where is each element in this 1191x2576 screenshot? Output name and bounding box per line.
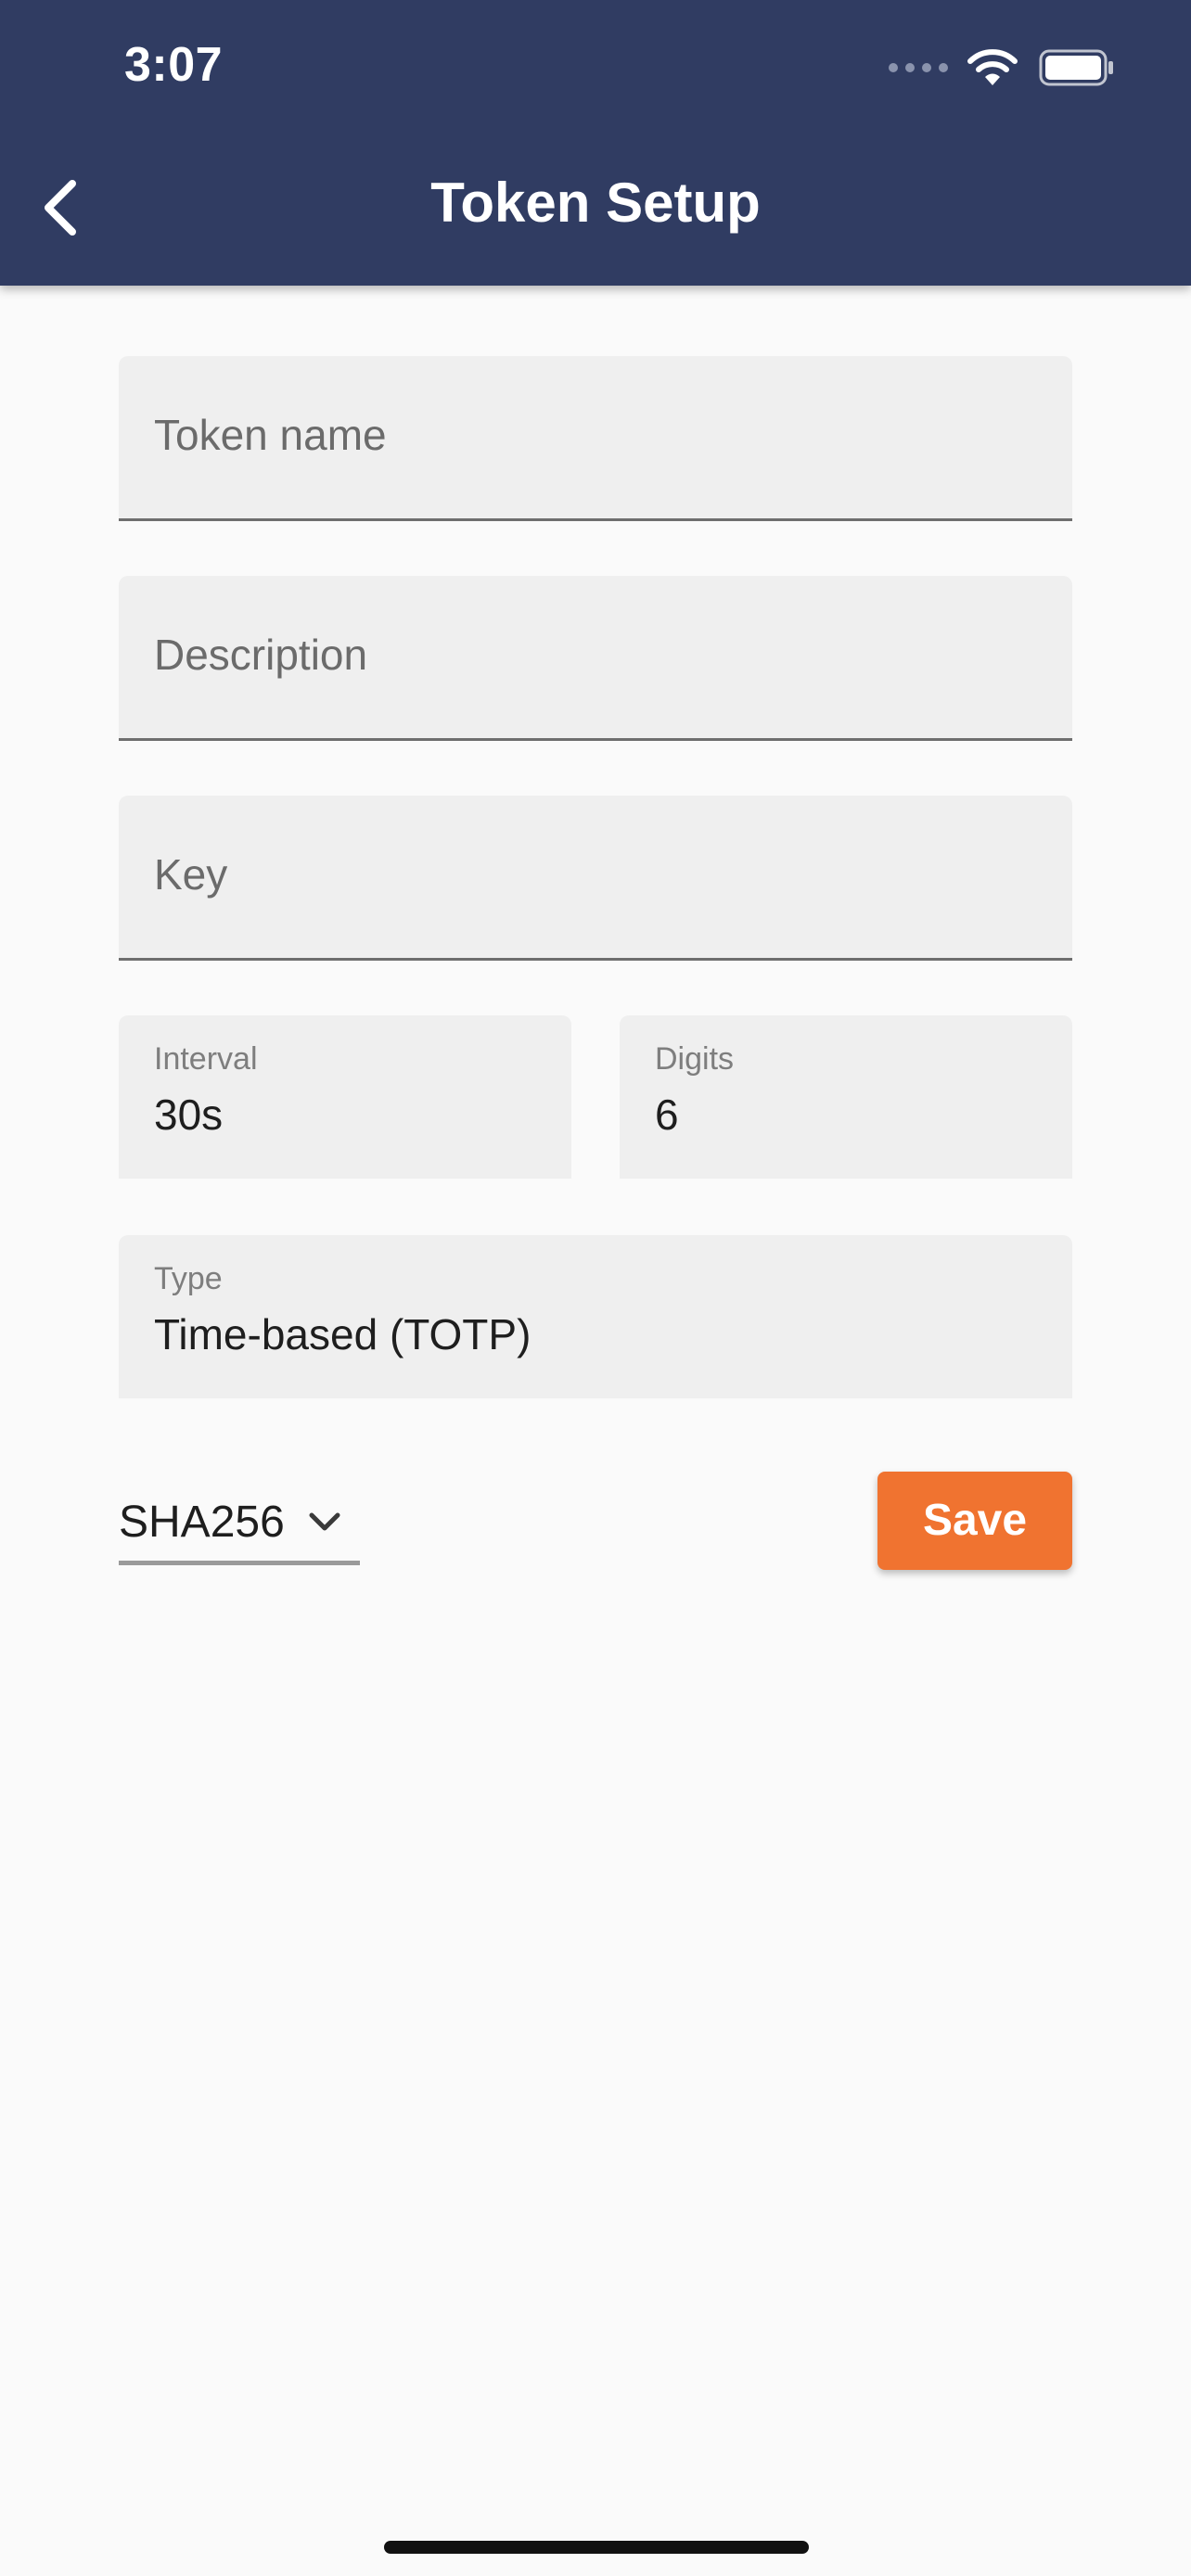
- battery-icon: [1039, 49, 1113, 86]
- chevron-down-icon: [309, 1512, 340, 1531]
- digits-field[interactable]: Digits 6: [620, 1015, 1072, 1179]
- type-value: Time-based (TOTP): [154, 1310, 531, 1358]
- app-bar: 3:07 Token Setup: [0, 0, 1191, 286]
- status-icons: [889, 46, 1115, 89]
- home-indicator[interactable]: [384, 2541, 809, 2554]
- algorithm-dropdown[interactable]: SHA256: [119, 1487, 360, 1565]
- save-button[interactable]: Save: [877, 1472, 1072, 1570]
- interval-label: Interval: [154, 1041, 258, 1077]
- algorithm-selected: SHA256: [119, 1498, 285, 1547]
- digits-value: 6: [655, 1090, 679, 1139]
- description-placeholder: Description: [154, 631, 368, 679]
- digits-label: Digits: [655, 1041, 735, 1077]
- type-label: Type: [154, 1261, 223, 1296]
- wifi-icon: [967, 49, 1018, 85]
- token-name-placeholder: Token name: [154, 411, 387, 459]
- key-field[interactable]: Key: [119, 796, 1072, 961]
- interval-value: 30s: [154, 1090, 224, 1139]
- type-field[interactable]: Type Time-based (TOTP): [119, 1235, 1072, 1398]
- description-field[interactable]: Description: [119, 576, 1072, 741]
- interval-field[interactable]: Interval 30s: [119, 1015, 571, 1179]
- token-name-field[interactable]: Token name: [119, 356, 1072, 521]
- key-placeholder: Key: [154, 850, 228, 899]
- cellular-signal-icon: [889, 63, 948, 72]
- status-time: 3:07: [124, 38, 224, 92]
- page-title: Token Setup: [430, 172, 761, 234]
